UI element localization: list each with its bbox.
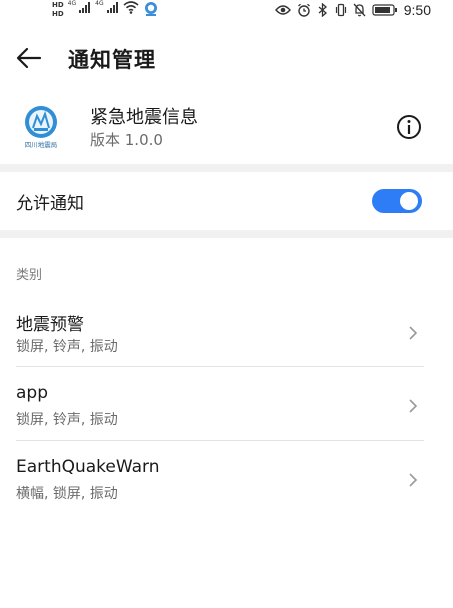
signal-bars-icon (106, 2, 118, 13)
category-title: 地震预警 (16, 315, 84, 335)
category-item-earthquakewarn[interactable]: EarthQuakeWarn 横幅, 锁屏, 振动 (0, 449, 453, 521)
toggle-knob (400, 192, 418, 210)
app-version: 版本 1.0.0 (90, 131, 163, 149)
hd-badge-1: HD (52, 1, 64, 9)
category-title: app (16, 383, 48, 403)
list-divider (16, 366, 424, 367)
category-title: EarthQuakeWarn (16, 457, 160, 477)
app-logo-caption: 四川地震局 (25, 140, 58, 149)
wifi-icon (123, 1, 139, 14)
status-bar-right: 9:50 (274, 2, 431, 18)
page-title: 通知管理 (68, 48, 156, 72)
signal-bars-icon (79, 2, 91, 13)
category-item-app[interactable]: app 锁屏, 铃声, 振动 (0, 375, 453, 447)
network-type-1: 4G (67, 0, 77, 7)
chevron-right-icon (409, 326, 418, 340)
allow-notifications-row[interactable]: 允许通知 (0, 172, 453, 228)
vibrate-icon (335, 3, 346, 17)
allow-notifications-label: 允许通知 (16, 194, 84, 214)
chevron-right-icon (409, 399, 418, 413)
eye-icon (274, 5, 291, 15)
app-info-row: 四川地震局 紧急地震信息 版本 1.0.0 (0, 98, 453, 158)
category-subtitle: 锁屏, 铃声, 振动 (16, 339, 118, 355)
network-type-2: 4G (95, 0, 104, 7)
categories-section-label: 类别 (16, 268, 43, 283)
signal-2: 4G (95, 1, 118, 13)
alarm-icon (297, 3, 310, 17)
back-button[interactable] (14, 44, 44, 72)
page-header: 通知管理 (0, 38, 453, 78)
status-bar-left: HD HD 4G 4G (52, 1, 159, 18)
status-bar: HD HD 4G 4G 9:50 (0, 0, 453, 22)
list-divider (16, 440, 424, 441)
hd-badge-2: HD (52, 10, 64, 18)
app-name: 紧急地震信息 (90, 107, 198, 128)
category-item-earthquake-alert[interactable]: 地震预警 锁屏, 铃声, 振动 (0, 302, 453, 374)
app-notification-icon (144, 2, 157, 16)
category-subtitle: 横幅, 锁屏, 振动 (16, 486, 118, 502)
category-subtitle: 锁屏, 铃声, 振动 (16, 412, 118, 428)
battery-icon (372, 4, 397, 16)
chevron-right-icon (409, 473, 418, 487)
hd-badges: HD HD (52, 1, 64, 18)
section-separator (0, 230, 453, 238)
allow-notifications-toggle[interactable] (372, 189, 422, 213)
signal-1: 4G (68, 1, 91, 13)
bluetooth-icon (318, 3, 327, 17)
info-icon[interactable] (394, 112, 424, 142)
status-time: 9:50 (403, 2, 431, 18)
section-separator (0, 164, 453, 172)
app-logo: 四川地震局 (25, 106, 58, 149)
back-arrow-icon (16, 47, 42, 69)
mute-bell-icon (353, 3, 366, 17)
